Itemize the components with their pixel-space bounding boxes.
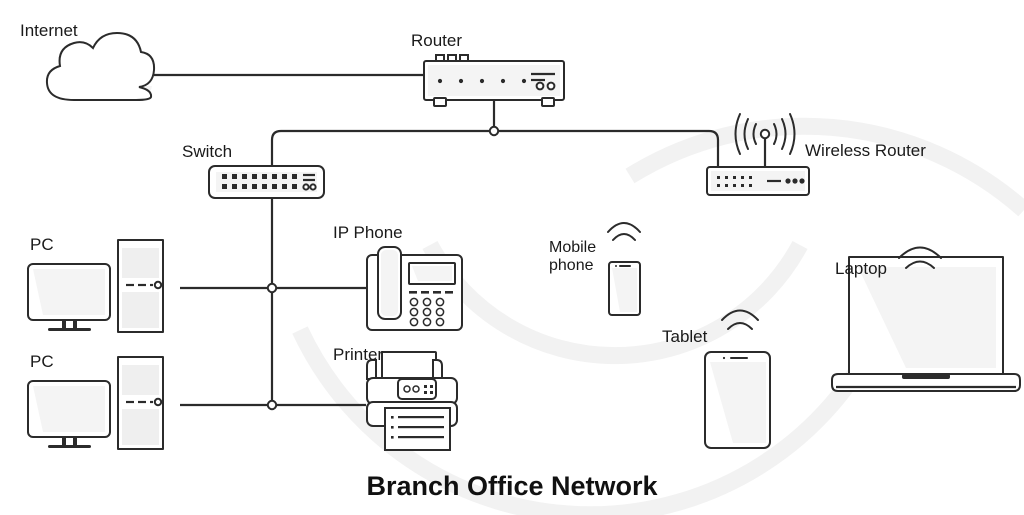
network-diagram-canvas: Internet Router Switch Wireless Router P… — [0, 0, 1024, 515]
node-label-pc-2: PC — [30, 352, 54, 371]
diagram-title: Branch Office Network — [366, 471, 658, 501]
mobile-phone-icon — [608, 261, 641, 316]
node-laptop[interactable]: Laptop — [831, 246, 1021, 392]
switch-icon — [208, 165, 325, 199]
junction-point — [488, 125, 500, 137]
node-switch[interactable]: Switch — [182, 142, 325, 199]
wifi-icon — [607, 222, 641, 241]
node-label-internet: Internet — [20, 21, 78, 40]
link-bus-switch — [270, 129, 494, 166]
node-label-router: Router — [411, 31, 462, 50]
node-pc-1[interactable]: PC — [27, 235, 164, 333]
node-label-mobile-phone-line2: phone — [549, 257, 594, 274]
node-internet[interactable]: Internet — [20, 21, 156, 101]
node-label-pc-1: PC — [30, 235, 54, 254]
node-label-switch: Switch — [182, 142, 232, 161]
tablet-icon — [704, 351, 771, 449]
node-ip-phone[interactable]: IP Phone — [333, 223, 463, 331]
cloud-icon — [45, 31, 156, 101]
ip-phone-icon — [366, 246, 463, 331]
router-icon — [423, 54, 565, 107]
node-label-laptop: Laptop — [835, 259, 887, 278]
node-pc-2[interactable]: PC — [27, 352, 164, 450]
node-label-mobile-phone-line1: Mobile — [549, 239, 596, 256]
junction-point — [266, 282, 278, 294]
junction-point — [266, 399, 278, 411]
node-label-ip-phone: IP Phone — [333, 223, 403, 242]
node-label-wireless-router: Wireless Router — [805, 141, 926, 160]
node-label-tablet: Tablet — [662, 327, 708, 346]
node-router[interactable]: Router — [411, 31, 565, 107]
node-mobile-phone[interactable]: Mobile phone — [549, 222, 641, 316]
node-label-printer: Printer — [333, 345, 383, 364]
